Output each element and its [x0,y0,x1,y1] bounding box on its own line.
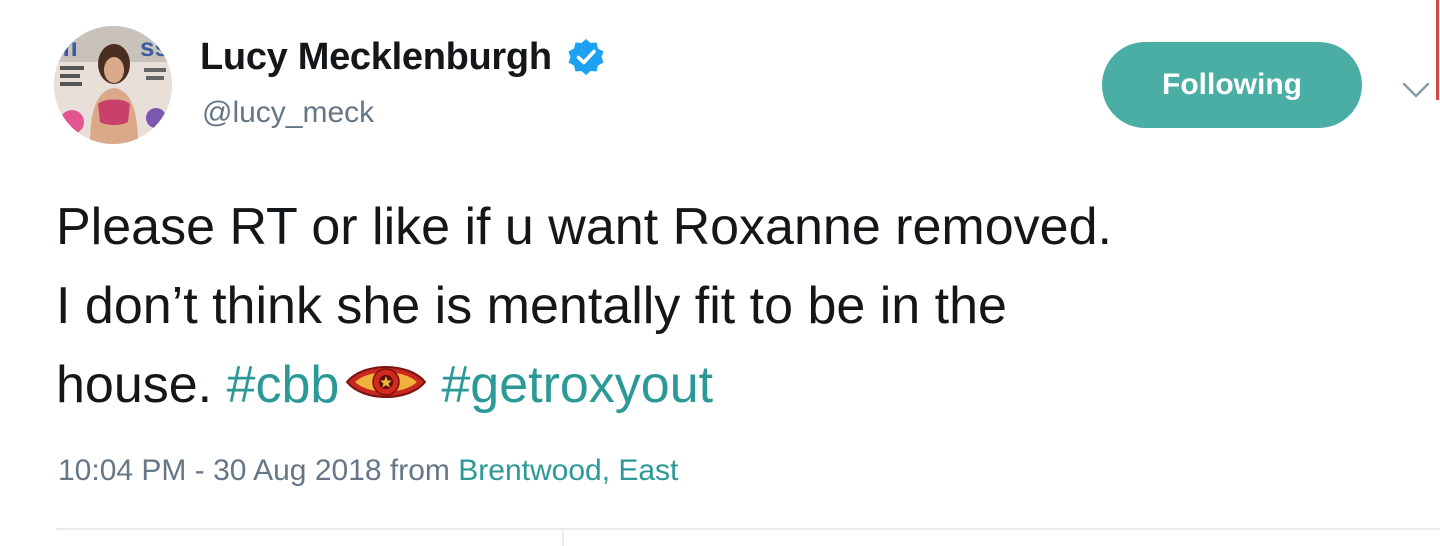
tweet-text-prefix: house. [56,356,213,414]
display-name[interactable]: Lucy Mecklenburgh [200,36,552,79]
svg-text:ss: ss [140,32,169,62]
svg-text:fi: fi [62,32,78,62]
tweet-text-line-3: house. #cbb #getroxyout [56,346,1440,425]
verified-badge-icon [568,39,604,75]
following-button[interactable]: Following [1102,42,1362,128]
chevron-down-icon[interactable] [1396,70,1436,110]
from-label: from [389,454,450,487]
display-name-row: Lucy Mecklenburgh [200,34,606,80]
hashtag-cbb-link[interactable]: #cbb [227,356,340,414]
divider-tick [562,530,564,546]
tweet-text-line-2: I don’t think she is mentally fit to be … [56,277,1007,335]
tweet-card: fi ss Lucy Mecklenburgh @lucy_meck Follo… [0,0,1440,546]
tweet-meta: 10:04 PM - 30 Aug 2018 from Brentwood, E… [58,454,678,488]
tweet-timestamp[interactable]: 10:04 PM - 30 Aug 2018 [58,454,382,487]
edge-border [1436,0,1439,100]
tweet-text: Please RT or like if u want Roxanne remo… [56,188,1440,425]
hashtag-getroxyout-link[interactable]: #getroxyout [441,356,713,414]
divider [56,528,1440,530]
user-handle[interactable]: @lucy_meck [202,96,374,130]
tweet-text-line-1: Please RT or like if u want Roxanne remo… [56,198,1112,256]
location-link[interactable]: Brentwood, East [458,454,678,487]
big-brother-eye-icon [346,366,427,398]
avatar[interactable]: fi ss [54,26,172,144]
magazine-cover-avatar-icon: fi ss [54,26,172,144]
